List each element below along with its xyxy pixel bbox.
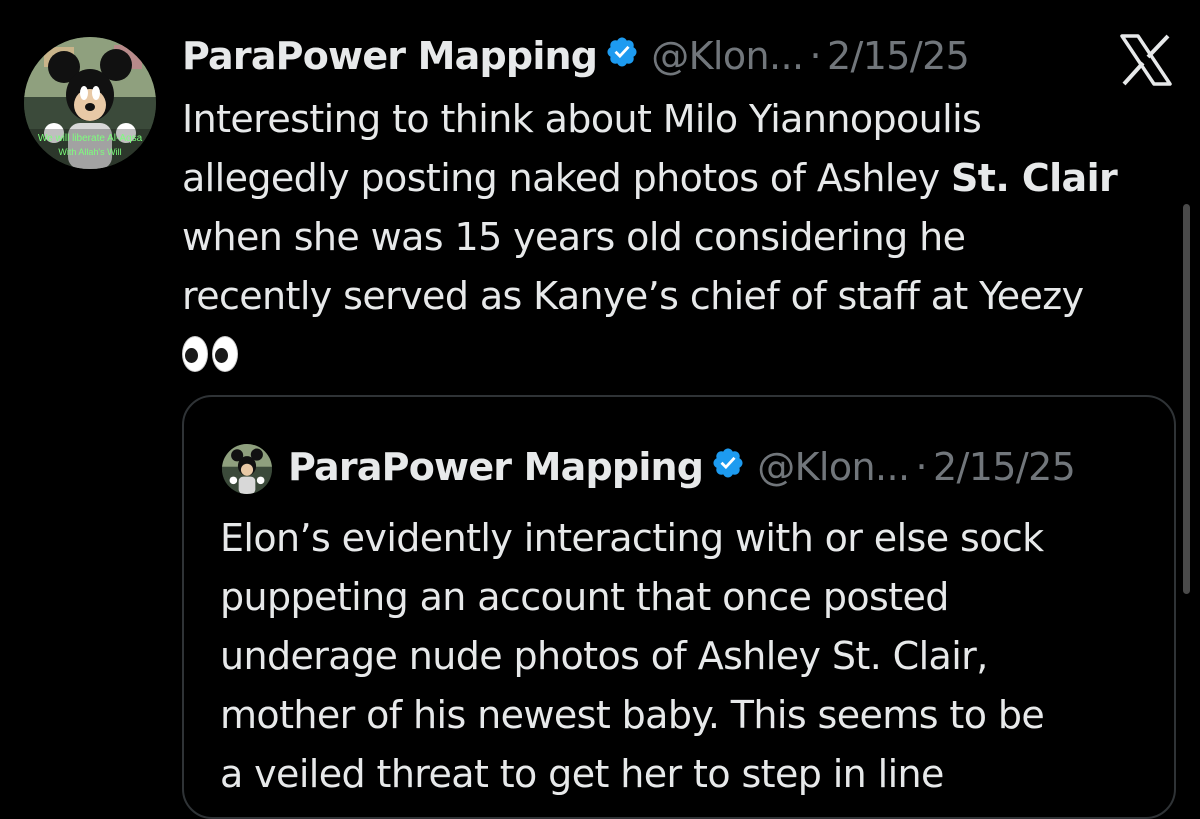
quoted-line-1: Elon’s evidently interacting with or els… [220,516,1044,560]
verified-badge-icon[interactable] [605,34,639,78]
eyes-emoji [182,336,238,372]
quoted-author-avatar[interactable] [222,444,272,494]
quoted-tweet-text: Elon’s evidently interacting with or els… [220,509,1140,804]
quoted-author-handle[interactable]: @Klon... [757,445,910,489]
tweet-text: Interesting to think about Milo Yiannopo… [182,90,1182,389]
left-eye-icon [182,336,208,372]
x-logo-icon[interactable] [1118,34,1174,86]
tweet-line-1: Interesting to think about Milo Yiannopo… [182,97,982,141]
author-handle[interactable]: @Klon... [651,34,804,78]
quoted-tweet-header: ParaPower Mapping @Klon... · 2/15/25 [288,437,1076,497]
right-eye-icon [212,336,238,372]
tweet-line-2-text: allegedly posting naked photos of Ashley [182,156,940,200]
scrollbar[interactable] [1183,204,1190,594]
quoted-author-name[interactable]: ParaPower Mapping [288,445,704,489]
quoted-line-4: mother of his newest baby. This seems to… [220,693,1045,737]
author-avatar[interactable]: We will liberate Al-Aqsa With Allah's Wi… [24,37,156,169]
quoted-tweet-card[interactable]: ParaPower Mapping @Klon... · 2/15/25 Elo… [182,395,1176,819]
tweet-line-3: when she was 15 years old considering he [182,215,966,259]
tweet-line-2: allegedly posting naked photos of Ashley… [182,149,1182,208]
separator-dot: · [809,34,821,78]
quoted-tweet-date[interactable]: 2/15/25 [933,445,1076,489]
tweet-header: ParaPower Mapping @Klon... · 2/15/25 [182,26,970,86]
quoted-line-2: puppeting an account that once posted [220,575,949,619]
tweet-date[interactable]: 2/15/25 [827,34,970,78]
separator-dot: · [915,445,927,489]
tweet-line-4: recently served as Kanye’s chief of staf… [182,274,1084,318]
author-name[interactable]: ParaPower Mapping [182,34,598,78]
quoted-line-5: a veiled threat to get her to step in li… [220,752,944,796]
quoted-line-3: underage nude photos of Ashley St. Clair… [220,634,988,678]
highlighted-name: St. Clair [951,156,1118,200]
avatar-caption-1: We will liberate Al-Aqsa [38,133,143,144]
avatar-caption-2: With Allah's Will [58,147,121,157]
verified-badge-icon[interactable] [711,445,745,489]
